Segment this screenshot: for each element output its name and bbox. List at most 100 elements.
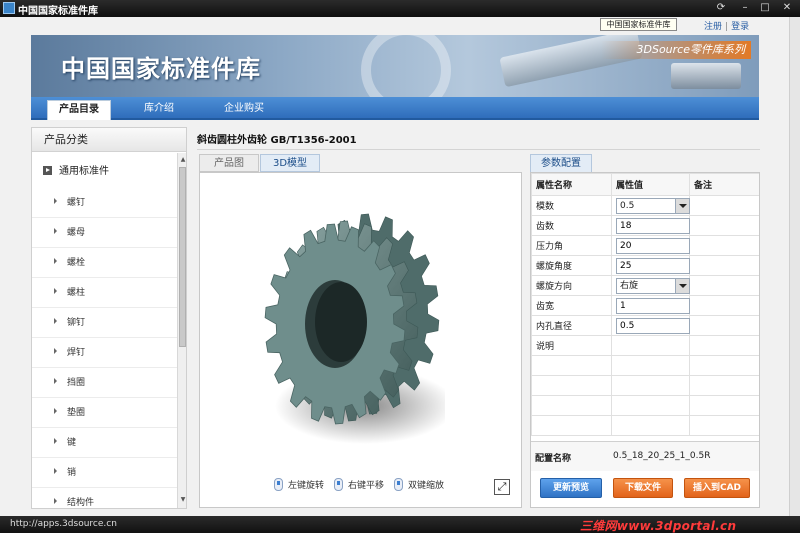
empty-cell	[611, 415, 690, 436]
param-name: 内孔直径	[531, 315, 612, 336]
tab-drawing[interactable]: 产品图	[199, 154, 259, 172]
face-width-input[interactable]	[616, 297, 690, 314]
sidebar-item-label: 挡圈	[67, 378, 86, 388]
sidebar-item-label: 焊钉	[67, 348, 86, 358]
arrow-right-icon	[54, 228, 57, 234]
table-row	[531, 375, 759, 396]
empty-cell	[689, 395, 759, 416]
nav-tab-catalog[interactable]: 产品目录	[47, 100, 111, 120]
nav-tab-about[interactable]: 库介绍	[127, 100, 191, 120]
mouse-icon	[274, 478, 283, 491]
sidebar-item[interactable]: 结构件	[32, 488, 178, 508]
tab-parameters[interactable]: 参数配置	[530, 154, 592, 172]
status-bar: http://apps.3dsource.cn 三维网www.3dportal.…	[0, 516, 800, 533]
hint-rotate: 左键旋转	[274, 478, 324, 491]
scrollbar-thumb[interactable]	[179, 167, 186, 347]
hint-label: 右键平移	[348, 481, 385, 491]
login-link[interactable]: 登录	[731, 22, 749, 32]
module-select[interactable]: 0.5	[616, 197, 690, 214]
sidebar-item[interactable]: 螺柱	[32, 278, 178, 308]
empty-cell	[689, 415, 759, 436]
empty-cell	[531, 355, 612, 376]
close-button[interactable]: ✕	[779, 1, 795, 15]
arrow-right-icon	[54, 468, 57, 474]
bore-diameter-input[interactable]	[616, 317, 690, 334]
gear-model[interactable]	[255, 206, 445, 446]
param-name: 齿宽	[531, 295, 612, 316]
insert-cad-button[interactable]: 插入到CAD	[684, 478, 750, 498]
sidebar-item-label: 键	[67, 438, 77, 448]
download-button[interactable]: 下载文件	[613, 478, 673, 498]
empty-cell	[611, 375, 690, 396]
sidebar-list: 螺钉 螺母 螺栓 螺柱 铆钉 焊钉 挡圈 垫圈 键 销 结构件	[32, 188, 178, 508]
sidebar-scrollbar[interactable]: ▲ ▼	[177, 153, 186, 508]
helix-angle-input[interactable]	[616, 257, 690, 274]
sidebar-item[interactable]: 焊钉	[32, 338, 178, 368]
teeth-input[interactable]	[616, 217, 690, 234]
sidebar-item[interactable]: 铆钉	[32, 308, 178, 338]
table-row: 螺旋角度	[531, 255, 759, 276]
column-header: 属性名称	[531, 173, 612, 196]
scroll-up-icon[interactable]: ▲	[179, 155, 186, 165]
arrow-right-icon	[54, 288, 57, 294]
table-row	[531, 395, 759, 416]
sidebar-category[interactable]: 通用标准件	[32, 158, 178, 186]
chevron-down-icon[interactable]	[675, 198, 689, 213]
helix-direction-select[interactable]: 右旋	[616, 277, 690, 294]
sidebar-item[interactable]: 螺钉	[32, 188, 178, 218]
config-value: 0.5_18_20_25_1_0.5R	[613, 451, 711, 461]
sidebar-item-label: 螺母	[67, 228, 86, 238]
param-value-cell: 0.5	[611, 195, 690, 216]
param-value-cell	[611, 235, 690, 256]
nav-tab-purchase[interactable]: 企业购买	[209, 100, 279, 120]
fullscreen-icon[interactable]: ⤢	[494, 479, 510, 495]
table-row: 齿数	[531, 215, 759, 236]
table-row: 齿宽	[531, 295, 759, 316]
parameter-table: 属性名称 属性值 备注 模数 0.5 齿数 压力角 螺旋角度 螺旋方向 右旋	[531, 173, 759, 436]
tab-3d-model[interactable]: 3D模型	[260, 154, 320, 172]
sidebar-item[interactable]: 销	[32, 458, 178, 488]
chevron-down-icon[interactable]	[675, 278, 689, 293]
empty-cell	[689, 375, 759, 396]
empty-cell	[531, 375, 612, 396]
sidebar-item[interactable]: 螺栓	[32, 248, 178, 278]
3d-viewer[interactable]: 左键旋转 右键平移 双键缩放 ⤢	[199, 172, 522, 508]
status-url: http://apps.3dsource.cn	[10, 519, 117, 529]
sidebar-header: 产品分类	[32, 128, 186, 152]
arrow-right-icon	[54, 408, 57, 414]
empty-cell	[689, 355, 759, 376]
banner-title: 中国国家标准件库	[61, 55, 261, 83]
sidebar-item[interactable]: 键	[32, 428, 178, 458]
maximize-button[interactable]: □	[757, 1, 773, 15]
param-name: 模数	[531, 195, 612, 216]
param-note	[689, 335, 759, 356]
pressure-angle-input[interactable]	[616, 237, 690, 254]
mouse-icon	[334, 478, 343, 491]
param-note	[689, 275, 759, 296]
window-scrollbar[interactable]	[789, 17, 800, 516]
parameter-panel: 属性名称 属性值 备注 模数 0.5 齿数 压力角 螺旋角度 螺旋方向 右旋	[530, 172, 760, 508]
table-row	[531, 415, 759, 436]
sidebar-item[interactable]: 螺母	[32, 218, 178, 248]
update-preview-button[interactable]: 更新预览	[540, 478, 602, 498]
empty-cell	[611, 395, 690, 416]
scroll-down-icon[interactable]: ▼	[179, 495, 186, 505]
empty-cell	[531, 395, 612, 416]
sidebar-item-label: 螺栓	[67, 258, 86, 268]
empty-cell	[611, 355, 690, 376]
register-link[interactable]: 注册	[704, 22, 722, 32]
refresh-icon[interactable]: ⟳	[713, 1, 729, 15]
top-links: 注册 | 登录	[704, 19, 749, 32]
table-row: 内孔直径	[531, 315, 759, 336]
sidebar-item[interactable]: 垫圈	[32, 398, 178, 428]
arrow-right-icon	[54, 438, 57, 444]
sidebar-item-label: 铆钉	[67, 318, 86, 328]
mouse-icon	[394, 478, 403, 491]
param-note	[689, 195, 759, 216]
hint-label: 左键旋转	[288, 481, 325, 491]
param-value-cell	[611, 315, 690, 336]
minimize-button[interactable]: –	[737, 1, 753, 15]
param-value-cell	[611, 255, 690, 276]
sidebar-item[interactable]: 挡圈	[32, 368, 178, 398]
arrow-right-icon	[54, 498, 57, 504]
